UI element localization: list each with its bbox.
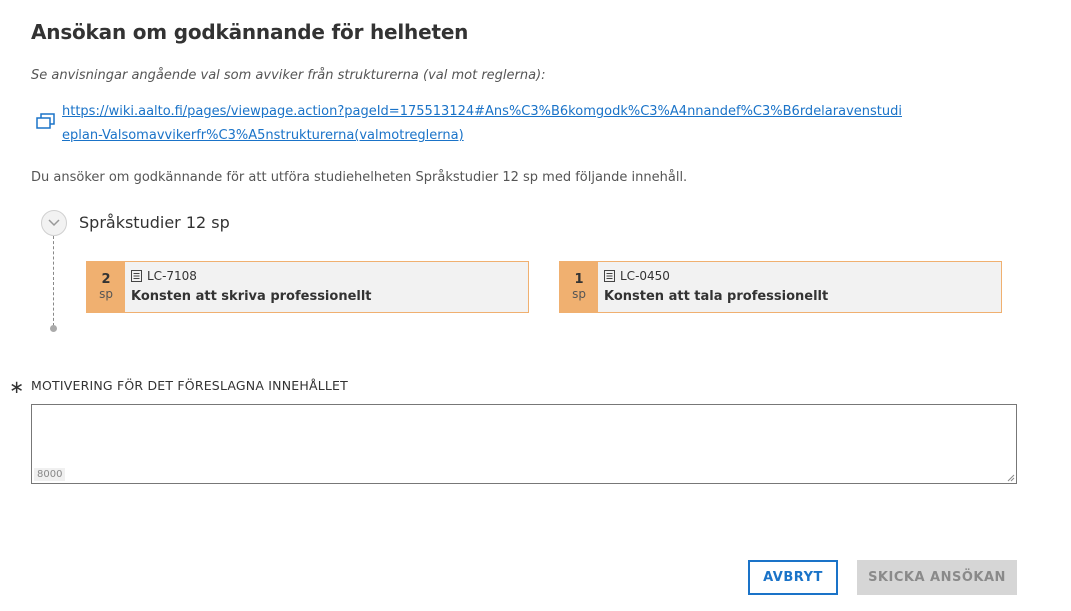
intro-text: Du ansöker om godkännande för att utföra… xyxy=(31,170,688,185)
instructions-text: Se anvisningar angående val som avviker … xyxy=(31,68,546,83)
submit-application-button[interactable]: SKICKA ANSÖKAN xyxy=(857,560,1017,595)
course-name: Konsten att tala professionellt xyxy=(604,289,829,304)
required-asterisk: ∗ xyxy=(9,377,25,398)
tree-connector-line xyxy=(53,236,54,326)
wiki-link[interactable]: https://wiki.aalto.fi/pages/viewpage.act… xyxy=(62,100,902,148)
credits-unit: sp xyxy=(572,287,586,301)
module-title: Språkstudier 12 sp xyxy=(79,213,230,232)
credits-badge: 2 sp xyxy=(87,262,125,312)
motivation-textarea[interactable] xyxy=(32,405,1016,483)
course-code: LC-0450 xyxy=(620,269,670,283)
credits-value: 1 xyxy=(574,272,584,287)
resize-handle-icon[interactable] xyxy=(1007,474,1015,482)
motivation-field-container: 8000 xyxy=(31,404,1017,484)
course-code: LC-7108 xyxy=(147,269,197,283)
external-window-icon[interactable] xyxy=(36,113,56,131)
course-name: Konsten att skriva professionellt xyxy=(131,289,372,304)
tree-end-dot xyxy=(50,325,57,332)
course-card[interactable]: 1 sp LC-0450 Konsten att tala profession… xyxy=(559,261,1002,313)
dialog-title: Ansökan om godkännande för helheten xyxy=(31,20,469,44)
character-counter: 8000 xyxy=(34,468,66,481)
chevron-down-icon xyxy=(48,219,60,227)
document-icon xyxy=(131,270,142,282)
credits-badge: 1 sp xyxy=(560,262,598,312)
course-card[interactable]: 2 sp LC-7108 Konsten att skriva professi… xyxy=(86,261,529,313)
cancel-button[interactable]: AVBRYT xyxy=(748,560,838,595)
credits-value: 2 xyxy=(101,272,111,287)
credits-unit: sp xyxy=(99,287,113,301)
motivation-label: MOTIVERING FÖR DET FÖRESLAGNA INNEHÅLLET xyxy=(31,378,348,393)
document-icon xyxy=(604,270,615,282)
module-collapse-toggle[interactable] xyxy=(41,210,67,236)
